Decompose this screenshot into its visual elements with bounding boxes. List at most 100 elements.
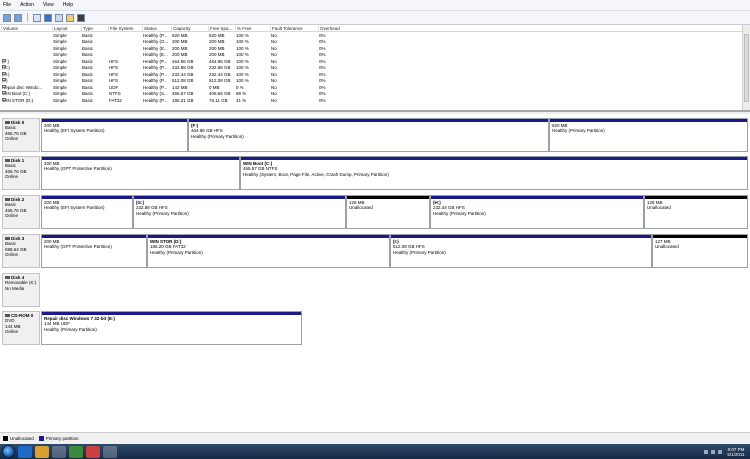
cell-pct: 88 % — [236, 91, 247, 96]
folder-icon[interactable] — [66, 13, 74, 22]
partition[interactable]: 620 MB Healthy (Primary Partition) — [549, 118, 748, 152]
partition-bar — [189, 119, 548, 122]
clock-date: 5/1/2011 — [727, 451, 745, 457]
cell-layout: Simple — [53, 65, 67, 70]
partition[interactable]: (F:) 464.96 GB HFS Healthy (Primary Partit… — [188, 118, 549, 152]
cell-layout: Simple — [53, 84, 67, 90]
network-icon[interactable] — [711, 449, 715, 454]
cell-overhead: 0% — [319, 58, 326, 64]
disk-label[interactable]: Disk 4 Removable (K:) No Media — [2, 273, 40, 307]
cell-status: Healthy (S... — [143, 91, 168, 96]
cell-pct: 100 % — [236, 39, 249, 44]
column-header-volume[interactable]: Volume — [1, 26, 18, 32]
taskbar-app-icon[interactable] — [69, 445, 83, 458]
disk-label[interactable]: Disk 2 Basic 465.76 GB Online — [2, 195, 40, 229]
column-header-file-system[interactable]: File System — [108, 26, 134, 32]
partition[interactable]: 200 MB Healthy (EFI System Partition) — [41, 195, 133, 229]
cell-volume: WIN Boot (C:) — [2, 91, 30, 97]
volume-name: WIN Boot (C:) — [2, 91, 31, 96]
partition-status: Healthy (Primary Partition) — [44, 326, 97, 332]
partition[interactable]: Repair disc Windows 7 32-bit (E:) 144 MB … — [41, 311, 302, 345]
volume-drive-icon — [2, 58, 6, 62]
column-header-percent-free[interactable]: % Free — [235, 26, 252, 32]
disk-name: Disk 4 — [11, 275, 25, 280]
properties-icon[interactable] — [55, 13, 63, 22]
taskbar-app-icon[interactable] — [52, 445, 66, 458]
delete-icon[interactable] — [77, 13, 85, 22]
cell-type: Basic — [82, 58, 94, 64]
cell-free: 200 MB — [209, 52, 225, 57]
tray-icon[interactable] — [704, 449, 708, 454]
partition[interactable]: (I:) 512.08 GB HFS Healthy (Primary Partit… — [390, 234, 652, 268]
partition[interactable]: (H:) 232.44 GB HFS Healthy (Primary Partit… — [430, 195, 644, 229]
volume-name: WIN STOR (D:) — [2, 97, 34, 103]
forward-icon[interactable] — [14, 13, 22, 22]
partition[interactable]: WIN Boot (C:) 465.57 GB NTFS Healthy (Syst… — [240, 156, 748, 190]
partition-status: Healthy (System, Boot, Page File, Active… — [243, 171, 389, 177]
partition-status: Unallocated — [349, 205, 373, 211]
disk-state: Online — [5, 213, 19, 219]
column-header-fault-tolerance[interactable]: Fault Tolerance — [270, 26, 303, 32]
unallocated-space[interactable]: 128 MB Unallocated — [346, 195, 430, 229]
partition[interactable]: (G:) 232.88 GB HFS Healthy (Primary Partit… — [133, 195, 346, 229]
column-header-overhead[interactable]: Overhead — [318, 26, 340, 32]
cell-type: Basic — [82, 97, 94, 103]
partition-bar — [391, 235, 651, 238]
cell-fs: HFS — [109, 58, 118, 64]
legend-primary: Primary partition — [45, 436, 79, 441]
console-tree-icon[interactable] — [33, 13, 41, 22]
column-header-free-space[interactable]: Free Spa... — [208, 26, 232, 32]
volume-list: Volume Layout Type File System Status Ca… — [0, 25, 750, 112]
volume-drive-icon — [2, 97, 6, 101]
partition[interactable]: 200 MB Healthy (GPT Protective Partition) — [41, 234, 147, 268]
volume-list-scrollbar[interactable] — [742, 25, 750, 110]
cell-free: 512.08 GB — [209, 78, 231, 83]
volume-icon[interactable] — [718, 449, 722, 454]
cell-layout: Simple — [53, 91, 67, 96]
partition[interactable]: 200 MB Healthy (GPT Protective Partition) — [41, 156, 240, 190]
cell-capacity: 200 MB — [172, 45, 188, 51]
unallocated-space[interactable]: 127 MB Unallocated — [652, 234, 748, 268]
taskbar-app-icon[interactable] — [86, 445, 100, 458]
menu-file[interactable]: File — [3, 2, 11, 8]
cell-fault: No — [271, 84, 277, 90]
cell-pct: 100 % — [236, 65, 249, 70]
cell-layout: Simple — [53, 32, 67, 38]
menu-view[interactable]: View — [43, 2, 54, 8]
cell-fault: No — [271, 65, 277, 70]
start-button[interactable] — [2, 445, 15, 458]
cell-fs: UDF — [109, 84, 119, 90]
table-row[interactable]: WIN STOR (D:) Simple Basic FAT32 Healthy (P.… — [0, 97, 742, 105]
column-header-capacity[interactable]: Capacity — [171, 26, 191, 32]
column-header-layout[interactable]: Layout — [52, 26, 68, 32]
taskbar-explorer-icon[interactable] — [35, 445, 49, 458]
partition[interactable]: WIN STOR (D:) 186.20 GB FAT32 Healthy (Pri… — [147, 234, 390, 268]
toolbar-separator — [27, 13, 28, 22]
disk-name: Disk 2 — [11, 197, 25, 202]
clock-time: 6:07 PM — [727, 446, 745, 452]
disk-label[interactable]: Disk 0 Basic 465.76 GB Online — [2, 118, 40, 152]
cell-fault: No — [271, 97, 277, 103]
cell-fs: HFS — [109, 78, 118, 83]
cell-type: Basic — [82, 78, 94, 83]
disk-graphical-view: Disk 0 Basic 465.76 GB Online 200 MB Healthy … — [0, 114, 750, 432]
partition[interactable]: 200 MB Healthy (EFI System Partition) — [41, 118, 188, 152]
scrollbar-thumb[interactable] — [744, 34, 749, 102]
unallocated-space[interactable]: 128 MB Unallocated — [644, 195, 748, 229]
column-header-status[interactable]: Status — [142, 26, 157, 32]
help-icon[interactable] — [44, 13, 52, 22]
taskbar-ie-icon[interactable] — [18, 445, 32, 458]
clock[interactable]: 6:07 PM 5/1/2011 — [725, 447, 747, 457]
cell-status: Healthy (E... — [143, 52, 168, 57]
disk-label[interactable]: Disk 1 Basic 465.76 GB Online — [2, 156, 40, 190]
disk-label[interactable]: Disk 3 Basic 698.64 GB Online — [2, 234, 40, 268]
back-icon[interactable] — [3, 13, 11, 22]
legend-unallocated: Unallocated — [10, 436, 34, 441]
menu-action[interactable]: Action — [20, 2, 34, 8]
partition-status: Healthy (Primary Partition) — [433, 210, 486, 216]
column-header-type[interactable]: Type — [81, 26, 93, 32]
disk-label[interactable]: CD-ROM 0 DVD 144 MB Online — [2, 311, 40, 345]
menu-help[interactable]: Help — [63, 2, 73, 8]
taskbar-computer-management-icon[interactable] — [103, 445, 117, 458]
disk-icon — [5, 237, 10, 241]
